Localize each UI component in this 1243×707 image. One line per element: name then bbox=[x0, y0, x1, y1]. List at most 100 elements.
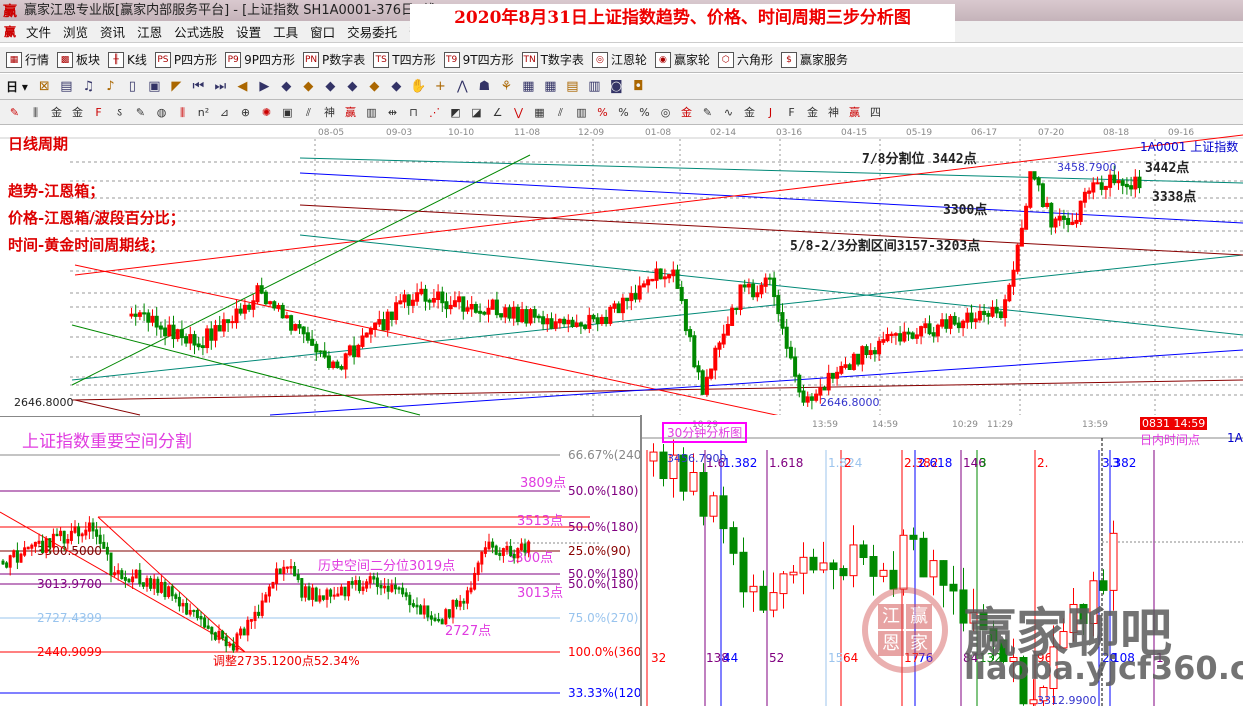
chart-tool-icon-0[interactable]: ⊠ bbox=[36, 78, 53, 95]
drawing-tool-icon-32[interactable]: 金 bbox=[678, 104, 695, 121]
toolbar-button-0[interactable]: ▦ 行情 bbox=[6, 51, 49, 68]
menu-tools[interactable]: 工具 bbox=[267, 22, 304, 41]
drawing-tool-icon-22[interactable]: ◪ bbox=[468, 104, 485, 121]
drawing-tool-icon-10[interactable]: ⊿ bbox=[216, 104, 233, 121]
chart-tool-icon-7[interactable]: ⏮ bbox=[190, 78, 207, 95]
drawing-tool-icon-8[interactable]: ⫼ bbox=[174, 104, 191, 121]
drawing-tool-icon-28[interactable]: % bbox=[594, 104, 611, 121]
chart-tool-icon-19[interactable]: ⋀ bbox=[454, 78, 471, 95]
toolbar-button-2[interactable]: ╫ K线 bbox=[108, 51, 147, 68]
drawing-tool-icon-4[interactable]: F bbox=[90, 104, 107, 121]
chart-tool-icon-3[interactable]: ♪ bbox=[102, 78, 119, 95]
space-division-chart[interactable]: 66.67%(240) 50.0%(180) 50.0%(180) 25.0%(90)… bbox=[0, 417, 640, 706]
drawing-tool-icon-3[interactable]: 金 bbox=[69, 104, 86, 121]
dollar-icon: $ bbox=[780, 51, 797, 68]
chart-tool-icon-4[interactable]: ▯ bbox=[124, 78, 141, 95]
drawing-tool-icon-23[interactable]: ∠ bbox=[489, 104, 506, 121]
drawing-tool-icon-2[interactable]: 金 bbox=[48, 104, 65, 121]
drawing-tool-icon-29[interactable]: % bbox=[615, 104, 632, 121]
drawing-tool-icon-26[interactable]: ⫽ bbox=[552, 104, 569, 121]
candle-body bbox=[84, 529, 88, 536]
drawing-tool-icon-7[interactable]: ◍ bbox=[153, 104, 170, 121]
drawing-tool-icon-30[interactable]: % bbox=[636, 104, 653, 121]
drawing-tool-icon-24[interactable]: ⋁ bbox=[510, 104, 527, 121]
chart-tool-icon-16[interactable]: ◆ bbox=[388, 78, 405, 95]
drawing-tool-icon-34[interactable]: ∿ bbox=[720, 104, 737, 121]
drawing-tool-icon-16[interactable]: 赢 bbox=[342, 104, 359, 121]
drawing-tool-icon-40[interactable]: 赢 bbox=[846, 104, 863, 121]
toolbar-button-11[interactable]: ⬡ 六角形 bbox=[717, 51, 773, 68]
drawing-tool-icon-18[interactable]: ⇹ bbox=[384, 104, 401, 121]
chart-tool-icon-6[interactable]: ◤ bbox=[168, 78, 185, 95]
toolbar-button-1[interactable]: ▩ 板块 bbox=[57, 51, 100, 68]
candle-body bbox=[251, 300, 256, 310]
chart-tool-icon-25[interactable]: ▥ bbox=[586, 78, 603, 95]
menu-settings[interactable]: 设置 bbox=[230, 22, 267, 41]
drawing-tool-icon-36[interactable]: J bbox=[762, 104, 779, 121]
menu-gann[interactable]: 江恩 bbox=[131, 22, 168, 41]
chart-tool-icon-5[interactable]: ▣ bbox=[146, 78, 163, 95]
drawing-tool-icon-41[interactable]: 四 bbox=[867, 104, 884, 121]
toolbar-button-9[interactable]: ◎ 江恩轮 bbox=[591, 51, 647, 68]
drawing-tool-icon-19[interactable]: ⊓ bbox=[405, 104, 422, 121]
drawing-tool-icon-15[interactable]: 神 bbox=[321, 104, 338, 121]
drawing-tool-icon-35[interactable]: 金 bbox=[741, 104, 758, 121]
drawing-tool-icon-9[interactable]: n² bbox=[195, 104, 212, 121]
drawing-tool-icon-0[interactable]: ✎ bbox=[6, 104, 23, 121]
toolbar-button-3[interactable]: PS P四方形 bbox=[154, 51, 217, 68]
chart-tool-icon-17[interactable]: ✋ bbox=[410, 78, 427, 95]
toolbar-button-6[interactable]: TS T四方形 bbox=[373, 51, 436, 68]
chart-tool-icon-22[interactable]: ▦ bbox=[520, 78, 537, 95]
drawing-tool-icon-25[interactable]: ▦ bbox=[531, 104, 548, 121]
toolbar-button-5[interactable]: PN P数字表 bbox=[303, 51, 365, 68]
chart-tool-icon-21[interactable]: ⚘ bbox=[498, 78, 515, 95]
drawing-tool-icon-12[interactable]: ✺ bbox=[258, 104, 275, 121]
toolbar-button-4[interactable]: P9 9P四方形 bbox=[225, 51, 295, 68]
menu-news[interactable]: 资讯 bbox=[94, 22, 131, 41]
chart-tool-icon-11[interactable]: ◆ bbox=[278, 78, 295, 95]
chart-tool-icon-26[interactable]: ◙ bbox=[608, 78, 625, 95]
chart-tool-icon-14[interactable]: ◆ bbox=[344, 78, 361, 95]
menu-browse[interactable]: 浏览 bbox=[57, 22, 94, 41]
drawing-tool-icon-13[interactable]: ▣ bbox=[279, 104, 296, 121]
chart-tool-icon-1[interactable]: ▤ bbox=[58, 78, 75, 95]
chart-tool-icon-8[interactable]: ⏭ bbox=[212, 78, 229, 95]
candle-body bbox=[455, 599, 459, 607]
daily-kline-chart[interactable]: 08-05 09-03 10-10 11-08 12-09 01-08 02-14 03-16… bbox=[0, 125, 1243, 417]
drawing-tool-icon-5[interactable]: ऽ bbox=[111, 104, 128, 121]
chart-tool-icon-10[interactable]: ▶ bbox=[256, 78, 273, 95]
chart-tool-icon-20[interactable]: ☗ bbox=[476, 78, 493, 95]
chart-tool-icon-27[interactable]: ◘ bbox=[630, 78, 647, 95]
intraday-30min-chart[interactable]: 10:2913:5914:5910:2911:2913:5910:21.61.3… bbox=[640, 415, 1243, 707]
toolbar-button-8[interactable]: TN T数字表 bbox=[521, 51, 584, 68]
chart-tool-icon-13[interactable]: ◆ bbox=[322, 78, 339, 95]
chart-tool-icon-12[interactable]: ◆ bbox=[300, 78, 317, 95]
chart-tool-icon-15[interactable]: ◆ bbox=[366, 78, 383, 95]
drawing-tool-icon-11[interactable]: ⊕ bbox=[237, 104, 254, 121]
chart-tool-icon-24[interactable]: ▤ bbox=[564, 78, 581, 95]
menu-formula[interactable]: 公式选股 bbox=[168, 22, 230, 41]
toolbar-button-10[interactable]: ◉ 赢家轮 bbox=[654, 51, 710, 68]
drawing-tool-icon-27[interactable]: ▥ bbox=[573, 104, 590, 121]
menu-trade[interactable]: 交易委托 bbox=[341, 22, 403, 41]
chart-tool-icon-2[interactable]: ♫ bbox=[80, 78, 97, 95]
chart-tool-icon-9[interactable]: ◀ bbox=[234, 78, 251, 95]
drawing-tool-icon-38[interactable]: 金 bbox=[804, 104, 821, 121]
toolbar-button-12[interactable]: $ 赢家服务 bbox=[780, 51, 848, 68]
drawing-tool-icon-14[interactable]: ⫽ bbox=[300, 104, 317, 121]
menu-file[interactable]: 文件 bbox=[20, 22, 57, 41]
drawing-tool-icon-20[interactable]: ⋰ bbox=[426, 104, 443, 121]
drawing-tool-icon-17[interactable]: ▥ bbox=[363, 104, 380, 121]
drawing-tool-icon-1[interactable]: ⫼ bbox=[27, 104, 44, 121]
drawing-tool-icon-21[interactable]: ◩ bbox=[447, 104, 464, 121]
drawing-tool-icon-31[interactable]: ◎ bbox=[657, 104, 674, 121]
drawing-tool-icon-33[interactable]: ✎ bbox=[699, 104, 716, 121]
chart-tool-icon-23[interactable]: ▦ bbox=[542, 78, 559, 95]
drawing-tool-icon-37[interactable]: F bbox=[783, 104, 800, 121]
period-select[interactable]: 日 ▾ bbox=[6, 78, 28, 95]
menu-window[interactable]: 窗口 bbox=[304, 22, 341, 41]
drawing-tool-icon-6[interactable]: ✎ bbox=[132, 104, 149, 121]
chart-tool-icon-18[interactable]: + bbox=[432, 78, 449, 95]
toolbar-button-7[interactable]: T9 9T四方形 bbox=[443, 51, 514, 68]
drawing-tool-icon-39[interactable]: 神 bbox=[825, 104, 842, 121]
